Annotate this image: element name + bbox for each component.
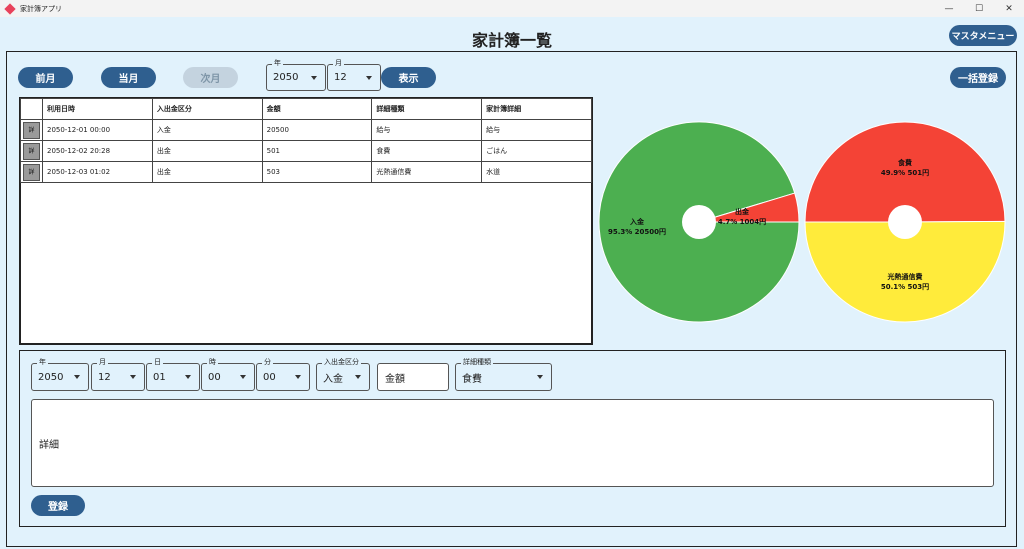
form-hour-select[interactable]: 時 00 <box>201 357 255 391</box>
column-header: 金額 <box>261 98 373 120</box>
chevron-down-icon <box>74 375 80 379</box>
show-button[interactable]: 表示 <box>381 67 436 88</box>
table-cell: 出金 <box>151 161 263 183</box>
table-cell: 501 <box>261 140 373 162</box>
table-row[interactable]: 詳 2050-12-01 00:00 入金 20500 給与 給与 <box>20 119 592 141</box>
pie-label-value: 50.1% 503円 <box>881 283 929 291</box>
maximize-button[interactable]: ☐ <box>964 0 994 17</box>
app-icon <box>4 2 16 15</box>
chevron-down-icon <box>537 375 543 379</box>
detail-type-select[interactable]: 詳細種類 食費 <box>455 357 552 391</box>
table-cell: 光熱通信費 <box>371 161 483 183</box>
table-row[interactable]: 詳 2050-12-02 20:28 出金 501 食費 ごはん <box>20 140 592 162</box>
chevron-down-icon <box>355 375 361 379</box>
table-cell: 給与 <box>481 119 592 141</box>
chevron-down-icon <box>311 75 317 80</box>
chevron-down-icon <box>185 375 191 379</box>
app-client: 家計簿一覧 マスタメニュー 前月 当月 次月 年 2050 月 12 表示 一括… <box>0 17 1024 549</box>
table-cell: 水道 <box>481 161 592 183</box>
form-day-select[interactable]: 日 01 <box>146 357 200 391</box>
table-cell: 給与 <box>371 119 483 141</box>
filter-month-label: 月 <box>333 58 344 68</box>
form-minute-value: 00 <box>263 371 276 383</box>
table-cell: 出金 <box>151 140 263 162</box>
detail-textarea[interactable]: 詳細 <box>31 399 994 487</box>
table-cell: 2050-12-02 20:28 <box>41 140 153 162</box>
row-detail-button[interactable]: 詳 <box>22 121 40 139</box>
table-cell: 食費 <box>371 140 483 162</box>
form-io-select[interactable]: 入出金区分 入金 <box>316 357 370 391</box>
this-month-button[interactable]: 当月 <box>101 67 156 88</box>
minimize-button[interactable]: — <box>934 0 964 17</box>
chevron-down-icon <box>240 375 246 379</box>
column-header: 入出金区分 <box>151 98 263 120</box>
table-cell: 2050-12-03 01:02 <box>41 161 153 183</box>
pie-center-hole <box>682 205 716 239</box>
detail-type-value: 食費 <box>462 373 482 385</box>
prev-month-button[interactable]: 前月 <box>18 67 73 88</box>
chevron-down-icon <box>295 375 301 379</box>
pie-label-value: 4.7% 1004円 <box>718 218 766 226</box>
chevron-down-icon <box>366 75 372 80</box>
pie-label-value: 95.3% 20500円 <box>608 228 666 236</box>
form-month-value: 12 <box>98 371 111 383</box>
window-controls: — ☐ ✕ <box>934 0 1024 17</box>
bulk-register-button[interactable]: 一括登録 <box>950 67 1006 88</box>
pie-label-category: 食費 <box>897 158 912 167</box>
filter-year-value: 2050 <box>273 72 299 83</box>
form-minute-select[interactable]: 分 00 <box>256 357 310 391</box>
table-row[interactable]: 詳 2050-12-03 01:02 出金 503 光熱通信費 水道 <box>20 161 592 183</box>
pie-center-hole <box>888 205 922 239</box>
table-cell: 2050-12-01 00:00 <box>41 119 153 141</box>
next-month-button[interactable]: 次月 <box>183 67 238 88</box>
form-hour-label: 時 <box>207 357 218 367</box>
filter-year-label: 年 <box>272 58 283 68</box>
column-header: 利用日時 <box>41 98 153 120</box>
filter-month-value: 12 <box>334 72 347 83</box>
detail-type-label: 詳細種類 <box>461 357 493 367</box>
table-cell: ごはん <box>481 140 592 162</box>
master-menu-button[interactable]: マスタメニュー <box>949 25 1017 46</box>
form-month-select[interactable]: 月 12 <box>91 357 145 391</box>
form-year-label: 年 <box>37 357 48 367</box>
row-detail-button[interactable]: 詳 <box>22 163 40 181</box>
form-day-label: 日 <box>152 357 163 367</box>
row-detail-cell: 詳 <box>20 140 43 162</box>
form-io-label: 入出金区分 <box>322 357 361 367</box>
form-year-select[interactable]: 年 2050 <box>31 357 89 391</box>
row-detail-button[interactable]: 詳 <box>22 142 40 160</box>
chevron-down-icon <box>130 375 136 379</box>
transaction-table: 利用日時 入出金区分 金額 詳細種類 家計簿詳細 詳 2050-12-01 00… <box>20 98 592 183</box>
pie-label-category: 光熱通信費 <box>887 272 923 281</box>
column-header: 家計簿詳細 <box>481 98 592 120</box>
filter-month-select[interactable]: 月 12 <box>327 58 381 91</box>
column-header <box>20 98 43 120</box>
table-cell: 20500 <box>261 119 373 141</box>
title-bar: 家計簿アプリ — ☐ ✕ <box>0 0 1024 17</box>
detail-placeholder: 詳細 <box>39 439 59 451</box>
table-cell: 入金 <box>151 119 263 141</box>
form-year-value: 2050 <box>38 371 64 383</box>
pie-label-value: 49.9% 501円 <box>881 169 929 177</box>
pie-label-category: 入金 <box>629 217 645 226</box>
column-header: 詳細種類 <box>371 98 483 120</box>
form-hour-value: 00 <box>208 371 221 383</box>
form-day-value: 01 <box>153 371 166 383</box>
form-month-label: 月 <box>97 357 108 367</box>
row-detail-cell: 詳 <box>20 119 43 141</box>
table-header-row: 利用日時 入出金区分 金額 詳細種類 家計簿詳細 <box>20 98 592 120</box>
window-title: 家計簿アプリ <box>20 4 62 13</box>
amount-placeholder: 金額 <box>385 373 405 385</box>
close-button[interactable]: ✕ <box>994 0 1024 17</box>
form-minute-label: 分 <box>262 357 273 367</box>
pie-label-category: 出金 <box>735 207 750 216</box>
row-detail-cell: 詳 <box>20 161 43 183</box>
amount-input[interactable]: 金額 <box>377 363 449 391</box>
register-button[interactable]: 登録 <box>31 495 85 516</box>
table-cell: 503 <box>261 161 373 183</box>
form-io-value: 入金 <box>323 373 343 385</box>
page-title: 家計簿一覧 <box>471 31 552 50</box>
pie-charts: 入金 95.3% 20500円 出金 4.7% 1004円 食費 49.9% 501円光熱… <box>598 121 1006 323</box>
filter-year-select[interactable]: 年 2050 <box>266 58 326 91</box>
